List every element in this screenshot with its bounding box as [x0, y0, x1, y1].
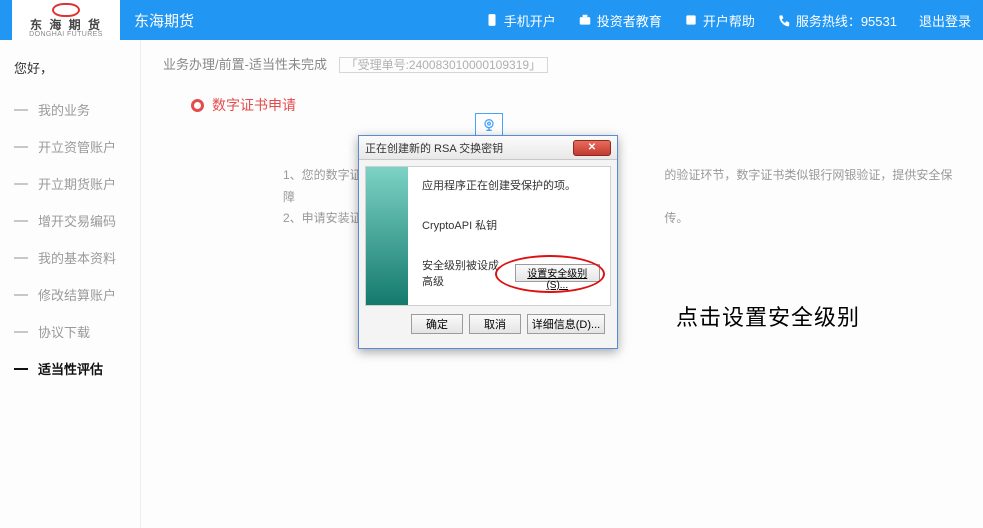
- nav-logout[interactable]: 退出登录: [919, 11, 971, 30]
- rsa-key-dialog: 正在创建新的 RSA 交换密钥 ✕ 应用程序正在创建受保护的项。 CryptoA…: [358, 135, 618, 349]
- dialog-title: 正在创建新的 RSA 交换密钥: [365, 140, 573, 156]
- signup-icon: [684, 13, 698, 27]
- phone-call-icon: [777, 13, 791, 27]
- sidebar-item-label: 开立期货账户: [38, 174, 116, 193]
- set-security-level-button[interactable]: 设置安全级别(S)...: [515, 264, 600, 282]
- nav-mobile-label: 手机开户: [504, 11, 556, 30]
- sidebar-item-suitability[interactable]: 适当性评估: [14, 350, 126, 387]
- webcam-badge: [475, 113, 503, 137]
- sidebar-item-label: 修改结算账户: [38, 285, 116, 304]
- logo-text-en: DONGHAI FUTURES: [29, 31, 103, 38]
- dialog-ok-button[interactable]: 确定: [411, 314, 463, 334]
- step-dot-icon: [191, 99, 204, 112]
- breadcrumb: 业务办理/前置-适当性未完成 「受理单号:240083010000109319」: [163, 54, 961, 73]
- nav-mobile-open[interactable]: 手机开户: [485, 11, 556, 30]
- nav-edu-label: 投资者教育: [597, 11, 662, 30]
- sidebar-item-label: 适当性评估: [38, 359, 103, 378]
- nav-hotline-label: 服务热线：95531: [796, 11, 897, 30]
- sidebar-item-label: 开立资管账户: [38, 137, 116, 156]
- dialog-details-button[interactable]: 详细信息(D)...: [527, 314, 605, 334]
- nav-help-label: 开户帮助: [703, 11, 755, 30]
- app-header: 东 海 期 货 DONGHAI FUTURES 东海期货 手机开户 投资者教育 …: [0, 0, 983, 40]
- sidebar-item-add-trade-code[interactable]: 增开交易编码: [14, 202, 126, 239]
- sidebar-item-futures-account[interactable]: 开立期货账户: [14, 165, 126, 202]
- logo: 东 海 期 货 DONGHAI FUTURES: [12, 0, 120, 40]
- sidebar-item-label: 增开交易编码: [38, 211, 116, 230]
- sidebar-item-label: 协议下载: [38, 322, 90, 341]
- dialog-message: 应用程序正在创建受保护的项。: [422, 177, 600, 193]
- instruction-2-tail: 传。: [664, 211, 688, 225]
- dialog-titlebar[interactable]: 正在创建新的 RSA 交换密钥 ✕: [359, 136, 617, 160]
- logo-text-cn: 东 海 期 货: [29, 19, 103, 31]
- sidebar-item-label: 我的业务: [38, 100, 90, 119]
- dialog-cancel-button[interactable]: 取消: [469, 314, 521, 334]
- webcam-icon: [481, 117, 497, 133]
- briefcase-icon: [578, 13, 592, 27]
- dialog-banner: [366, 167, 408, 305]
- sidebar-item-label: 我的基本资料: [38, 248, 116, 267]
- nav-help[interactable]: 开户帮助: [684, 11, 755, 30]
- brand-title: 东海期货: [134, 10, 194, 31]
- dialog-security-label: 安全级别被设成高级: [422, 257, 509, 289]
- sidebar-item-my-business[interactable]: 我的业务: [14, 91, 126, 128]
- sidebar-item-my-profile[interactable]: 我的基本资料: [14, 239, 126, 276]
- nav-logout-label: 退出登录: [919, 11, 971, 30]
- step-title: 数字证书申请: [212, 95, 296, 115]
- dialog-key-type: CryptoAPI 私钥: [422, 217, 600, 233]
- sidebar-item-download-agreements[interactable]: 协议下载: [14, 313, 126, 350]
- header-nav: 手机开户 投资者教育 开户帮助 服务热线：95531 退出登录: [485, 11, 971, 30]
- nav-investor-edu[interactable]: 投资者教育: [578, 11, 662, 30]
- sidebar-item-settlement-account[interactable]: 修改结算账户: [14, 276, 126, 313]
- dialog-close-button[interactable]: ✕: [573, 140, 611, 156]
- nav-hotline[interactable]: 服务热线：95531: [777, 11, 897, 30]
- sidebar: 您好， 我的业务 开立资管账户 开立期货账户 增开交易编码 我的基本资料 修改结…: [0, 40, 140, 528]
- phone-icon: [485, 13, 499, 27]
- order-number: 「受理单号:240083010000109319」: [339, 57, 548, 73]
- greeting: 您好，: [14, 58, 126, 77]
- callout-text: 点击设置安全级别: [676, 300, 860, 332]
- step-indicator: 数字证书申请: [191, 95, 961, 115]
- sidebar-item-asset-account[interactable]: 开立资管账户: [14, 128, 126, 165]
- breadcrumb-text: 业务办理/前置-适当性未完成: [163, 57, 327, 72]
